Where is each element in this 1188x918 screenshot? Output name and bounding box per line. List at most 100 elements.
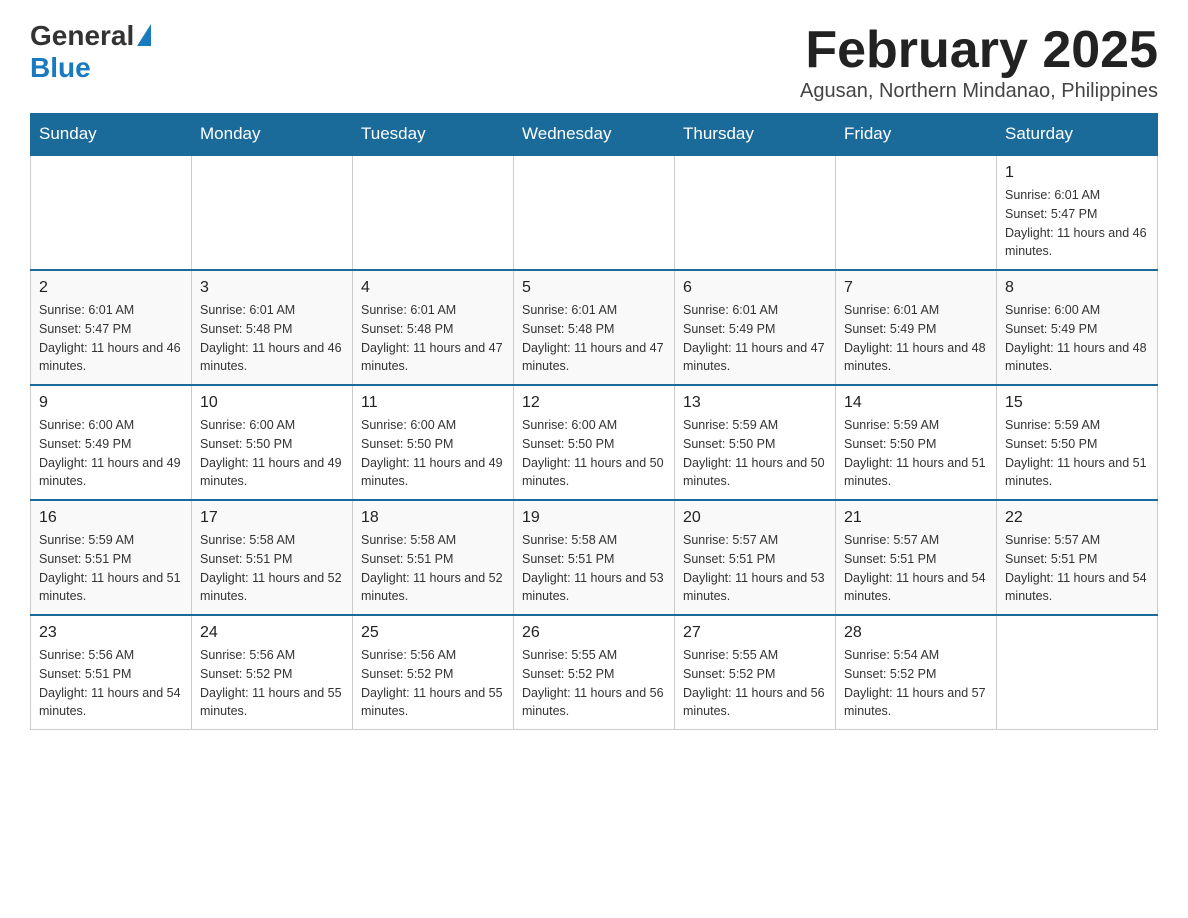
logo-triangle-icon [137, 24, 151, 46]
day-number: 27 [683, 624, 827, 642]
day-number: 17 [200, 509, 344, 527]
day-header-monday: Monday [192, 114, 353, 156]
calendar-cell: 2 Sunrise: 6:01 AMSunset: 5:47 PMDaylight… [31, 270, 192, 385]
day-header-wednesday: Wednesday [514, 114, 675, 156]
day-info: Sunrise: 6:01 AMSunset: 5:49 PMDaylight:… [844, 301, 988, 376]
day-number: 9 [39, 394, 183, 412]
calendar-cell: 12 Sunrise: 6:00 AMSunset: 5:50 PMDayligh… [514, 385, 675, 500]
calendar-table: SundayMondayTuesdayWednesdayThursdayFrid… [30, 113, 1158, 730]
calendar-cell: 23 Sunrise: 5:56 AMSunset: 5:51 PMDayligh… [31, 615, 192, 730]
week-row-2: 2 Sunrise: 6:01 AMSunset: 5:47 PMDaylight… [31, 270, 1158, 385]
calendar-cell [836, 155, 997, 270]
calendar-cell: 19Sunrise: 5:58 AMSunset: 5:51 PMDayligh… [514, 500, 675, 615]
day-number: 26 [522, 624, 666, 642]
day-info: Sunrise: 5:57 AMSunset: 5:51 PMDaylight:… [1005, 531, 1149, 606]
day-info: Sunrise: 5:56 AMSunset: 5:52 PMDaylight:… [361, 646, 505, 721]
day-info: Sunrise: 5:56 AMSunset: 5:52 PMDaylight:… [200, 646, 344, 721]
day-info: Sunrise: 5:59 AMSunset: 5:50 PMDaylight:… [844, 416, 988, 491]
day-info: Sunrise: 5:58 AMSunset: 5:51 PMDaylight:… [200, 531, 344, 606]
day-number: 18 [361, 509, 505, 527]
calendar-cell: 13 Sunrise: 5:59 AMSunset: 5:50 PMDayligh… [675, 385, 836, 500]
month-title: February 2025 [800, 20, 1158, 80]
day-info: Sunrise: 5:59 AMSunset: 5:50 PMDaylight:… [1005, 416, 1149, 491]
day-number: 23 [39, 624, 183, 642]
calendar-cell: 11Sunrise: 6:00 AMSunset: 5:50 PMDayligh… [353, 385, 514, 500]
calendar-cell: 18 Sunrise: 5:58 AMSunset: 5:51 PMDayligh… [353, 500, 514, 615]
header: General Blue February 2025 Agusan, North… [30, 20, 1158, 103]
day-number: 15 [1005, 394, 1149, 412]
calendar-cell: 14 Sunrise: 5:59 AMSunset: 5:50 PMDayligh… [836, 385, 997, 500]
calendar-cell: 10 Sunrise: 6:00 AMSunset: 5:50 PMDayligh… [192, 385, 353, 500]
title-area: February 2025 Agusan, Northern Mindanao,… [800, 20, 1158, 103]
calendar-cell: 3 Sunrise: 6:01 AMSunset: 5:48 PMDaylight… [192, 270, 353, 385]
calendar-cell: 15 Sunrise: 5:59 AMSunset: 5:50 PMDayligh… [997, 385, 1158, 500]
calendar-cell: 25 Sunrise: 5:56 AMSunset: 5:52 PMDayligh… [353, 615, 514, 730]
calendar-cell: 6Sunrise: 6:01 AMSunset: 5:49 PMDaylight… [675, 270, 836, 385]
logo: General Blue [30, 20, 151, 84]
day-number: 2 [39, 279, 183, 297]
day-number: 8 [1005, 279, 1149, 297]
day-header-sunday: Sunday [31, 114, 192, 156]
day-header-friday: Friday [836, 114, 997, 156]
day-number: 12 [522, 394, 666, 412]
day-number: 16 [39, 509, 183, 527]
day-number: 10 [200, 394, 344, 412]
calendar-cell: 21Sunrise: 5:57 AMSunset: 5:51 PMDayligh… [836, 500, 997, 615]
week-row-1: 1 Sunrise: 6:01 AMSunset: 5:47 PMDaylight… [31, 155, 1158, 270]
calendar-cell: 24 Sunrise: 5:56 AMSunset: 5:52 PMDayligh… [192, 615, 353, 730]
day-number: 3 [200, 279, 344, 297]
day-info: Sunrise: 6:00 AMSunset: 5:50 PMDaylight:… [200, 416, 344, 491]
day-number: 22 [1005, 509, 1149, 527]
day-number: 13 [683, 394, 827, 412]
day-info: Sunrise: 5:55 AMSunset: 5:52 PMDaylight:… [522, 646, 666, 721]
calendar-cell [997, 615, 1158, 730]
calendar-cell: 27 Sunrise: 5:55 AMSunset: 5:52 PMDayligh… [675, 615, 836, 730]
day-number: 28 [844, 624, 988, 642]
day-info: Sunrise: 5:55 AMSunset: 5:52 PMDaylight:… [683, 646, 827, 721]
day-number: 14 [844, 394, 988, 412]
day-info: Sunrise: 5:59 AMSunset: 5:50 PMDaylight:… [683, 416, 827, 491]
calendar-cell: 8 Sunrise: 6:00 AMSunset: 5:49 PMDaylight… [997, 270, 1158, 385]
day-info: Sunrise: 6:00 AMSunset: 5:50 PMDaylight:… [522, 416, 666, 491]
calendar-cell: 22 Sunrise: 5:57 AMSunset: 5:51 PMDayligh… [997, 500, 1158, 615]
day-number: 25 [361, 624, 505, 642]
day-headers-row: SundayMondayTuesdayWednesdayThursdayFrid… [31, 114, 1158, 156]
calendar-cell: 7 Sunrise: 6:01 AMSunset: 5:49 PMDaylight… [836, 270, 997, 385]
day-info: Sunrise: 5:56 AMSunset: 5:51 PMDaylight:… [39, 646, 183, 721]
day-info: Sunrise: 6:01 AMSunset: 5:48 PMDaylight:… [200, 301, 344, 376]
day-info: Sunrise: 6:00 AMSunset: 5:50 PMDaylight:… [361, 416, 505, 491]
logo-general-text: General [30, 20, 134, 52]
calendar-cell: 17 Sunrise: 5:58 AMSunset: 5:51 PMDayligh… [192, 500, 353, 615]
calendar-cell: 5Sunrise: 6:01 AMSunset: 5:48 PMDaylight… [514, 270, 675, 385]
day-info: Sunrise: 6:01 AMSunset: 5:47 PMDaylight:… [1005, 186, 1149, 261]
day-info: Sunrise: 5:59 AMSunset: 5:51 PMDaylight:… [39, 531, 183, 606]
day-number: 7 [844, 279, 988, 297]
calendar-cell: 4Sunrise: 6:01 AMSunset: 5:48 PMDaylight… [353, 270, 514, 385]
calendar-cell: 1 Sunrise: 6:01 AMSunset: 5:47 PMDaylight… [997, 155, 1158, 270]
day-info: Sunrise: 6:00 AMSunset: 5:49 PMDaylight:… [39, 416, 183, 491]
week-row-4: 16 Sunrise: 5:59 AMSunset: 5:51 PMDayligh… [31, 500, 1158, 615]
day-number: 21 [844, 509, 988, 527]
day-info: Sunrise: 5:58 AMSunset: 5:51 PMDaylight:… [361, 531, 505, 606]
calendar-cell [31, 155, 192, 270]
day-number: 1 [1005, 164, 1149, 182]
day-number: 20 [683, 509, 827, 527]
day-info: Sunrise: 5:54 AMSunset: 5:52 PMDaylight:… [844, 646, 988, 721]
day-number: 5 [522, 279, 666, 297]
calendar-cell [675, 155, 836, 270]
day-info: Sunrise: 5:57 AMSunset: 5:51 PMDaylight:… [683, 531, 827, 606]
location-title: Agusan, Northern Mindanao, Philippines [800, 80, 1158, 103]
week-row-3: 9 Sunrise: 6:00 AMSunset: 5:49 PMDaylight… [31, 385, 1158, 500]
day-header-thursday: Thursday [675, 114, 836, 156]
calendar-cell: 28 Sunrise: 5:54 AMSunset: 5:52 PMDayligh… [836, 615, 997, 730]
day-number: 4 [361, 279, 505, 297]
day-info: Sunrise: 5:58 AMSunset: 5:51 PMDaylight:… [522, 531, 666, 606]
calendar-cell: 16 Sunrise: 5:59 AMSunset: 5:51 PMDayligh… [31, 500, 192, 615]
calendar-cell [353, 155, 514, 270]
day-info: Sunrise: 6:00 AMSunset: 5:49 PMDaylight:… [1005, 301, 1149, 376]
day-number: 24 [200, 624, 344, 642]
day-info: Sunrise: 6:01 AMSunset: 5:47 PMDaylight:… [39, 301, 183, 376]
day-number: 6 [683, 279, 827, 297]
calendar-cell [514, 155, 675, 270]
week-row-5: 23 Sunrise: 5:56 AMSunset: 5:51 PMDayligh… [31, 615, 1158, 730]
